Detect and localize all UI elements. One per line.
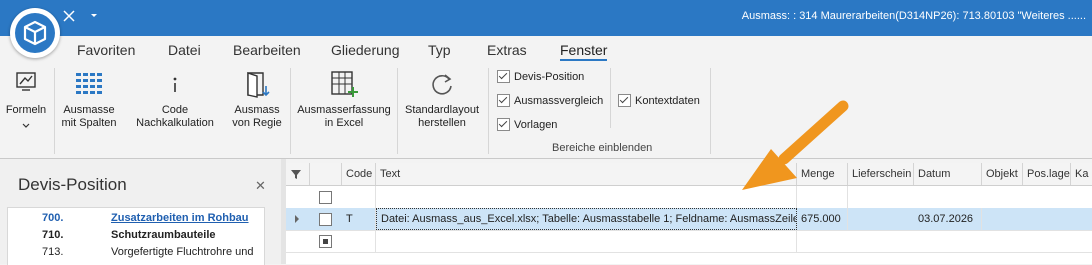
column-header-poslage[interactable]: Pos.lage — [1023, 163, 1071, 185]
row-checkbox[interactable] — [319, 235, 332, 248]
cell-menge[interactable]: 675.000 — [797, 208, 848, 230]
formeln-button[interactable]: Formeln — [4, 70, 48, 129]
ausmass-grid: Code Text Menge Lieferschein Datum Objek… — [286, 163, 1092, 264]
column-header-ka[interactable]: Ka — [1071, 163, 1092, 185]
tree-row[interactable]: 700. Zusatzarbeiten im Rohbau — [8, 211, 264, 228]
tab-extras[interactable]: Extras — [487, 42, 527, 58]
ausmasserfassung-excel-button[interactable]: Ausmasserfassung in Excel — [294, 70, 394, 130]
cell-code[interactable] — [342, 230, 376, 252]
reset-layout-icon — [432, 74, 452, 95]
tab-fenster[interactable]: Fenster — [560, 42, 608, 61]
window-title: Ausmass: : 314 Maurerarbeiten(D314NP26):… — [741, 10, 1086, 22]
column-header-text[interactable]: Text — [376, 163, 797, 185]
excel-icon — [331, 71, 358, 97]
app-logo-icon[interactable] — [10, 8, 60, 58]
columns-grid-icon — [76, 73, 102, 94]
column-header-lieferschein[interactable]: Lieferschein — [848, 163, 914, 185]
cell-text[interactable] — [376, 230, 797, 252]
checkbox-header — [310, 163, 342, 185]
tab-typ[interactable]: Typ — [428, 42, 451, 58]
info-icon — [173, 77, 177, 92]
tab-bearbeiten[interactable]: Bearbeiten — [233, 42, 301, 58]
cell-datum[interactable]: 03.07.2026 — [914, 208, 982, 230]
column-header-menge[interactable]: Menge — [797, 163, 848, 185]
cell-text[interactable]: Datei: Ausmass_aus_Excel.xlsx; Tabelle: … — [376, 208, 797, 230]
column-header-datum[interactable]: Datum — [914, 163, 982, 185]
kontextdaten-checkbox[interactable]: Kontextdaten — [618, 94, 700, 107]
cell-text[interactable] — [376, 186, 797, 208]
panel-title: Devis-Position — [18, 175, 127, 194]
table-row[interactable]: T Datei: Ausmass_aus_Excel.xlsx; Tabelle… — [286, 208, 1092, 231]
devis-tree: 700. Zusatzarbeiten im Rohbau 710. Schut… — [7, 207, 265, 265]
group-label-bereiche: Bereiche einblenden — [552, 142, 653, 154]
vorlagen-check-label: Vorlagen — [514, 118, 558, 131]
ausmassvergleich-checkbox[interactable]: Ausmassvergleich — [497, 94, 603, 107]
code-nachkalkulation-label: Code Nachkalkulation — [136, 104, 214, 129]
close-icon[interactable]: ✕ — [255, 178, 266, 194]
tree-row-number: 713. — [42, 246, 64, 258]
tree-row-number: 710. — [42, 229, 64, 241]
regie-icon — [247, 72, 270, 98]
row-indicator-icon — [295, 215, 299, 223]
dropdown-icon[interactable] — [89, 10, 99, 20]
standardlayout-button[interactable]: Standardlayout herstellen — [399, 70, 485, 130]
grid-header: Code Text Menge Lieferschein Datum Objek… — [286, 163, 1092, 186]
menu-bar — [0, 36, 1092, 64]
ausmasse-spalten-button[interactable]: Ausmasse mit Spalten — [56, 70, 122, 130]
checkbox-checked-icon — [497, 118, 510, 131]
tree-row[interactable]: 710. Schutzraumbauteile — [8, 228, 264, 245]
chevron-down-icon — [22, 123, 30, 128]
row-checkbox[interactable] — [319, 191, 332, 204]
tree-row-text: Schutzraumbauteile — [111, 229, 216, 241]
checkbox-checked-icon — [618, 94, 631, 107]
tab-datei[interactable]: Datei — [168, 42, 201, 58]
filter-icon — [291, 170, 301, 179]
tree-row[interactable]: 713. Vorgefertigte Fluchtrohre und — [8, 245, 264, 262]
table-row[interactable] — [286, 230, 1092, 253]
tree-row-text: Vorgefertigte Fluchtrohre und — [111, 246, 254, 258]
ausmass-regie-button[interactable]: Ausmass von Regie — [228, 70, 286, 130]
ausmass-regie-label: Ausmass von Regie — [232, 104, 282, 129]
tab-gliederung[interactable]: Gliederung — [331, 42, 400, 58]
table-row[interactable] — [286, 186, 1092, 209]
row-checkbox[interactable] — [319, 213, 332, 226]
checkbox-checked-icon — [497, 94, 510, 107]
tree-row-link[interactable]: Zusatzarbeiten im Rohbau — [111, 212, 249, 224]
ausmassvergleich-check-label: Ausmassvergleich — [514, 94, 604, 107]
formeln-icon — [16, 72, 36, 91]
ausmasserfassung-excel-label: Ausmasserfassung in Excel — [297, 104, 391, 129]
close-icon[interactable] — [61, 8, 77, 24]
column-header-code[interactable]: Code — [342, 163, 376, 185]
cell-code[interactable]: T — [342, 208, 376, 230]
ausmasse-spalten-label: Ausmasse mit Spalten — [61, 104, 117, 129]
filter-header[interactable] — [286, 163, 310, 185]
vorlagen-checkbox[interactable]: Vorlagen — [497, 118, 557, 131]
devis-position-checkbox[interactable]: Devis-Position — [497, 70, 584, 83]
formeln-label: Formeln — [5, 104, 47, 116]
checkbox-checked-icon — [497, 70, 510, 83]
code-nachkalkulation-button[interactable]: Code Nachkalkulation — [122, 70, 228, 130]
cell-menge[interactable] — [797, 186, 848, 208]
devis-position-check-label: Devis-Position — [514, 70, 585, 83]
kontextdaten-check-label: Kontextdaten — [635, 94, 700, 107]
standardlayout-label: Standardlayout herstellen — [405, 104, 479, 129]
tab-favoriten[interactable]: Favoriten — [77, 42, 135, 58]
cell-code[interactable] — [342, 186, 376, 208]
tree-row-number: 700. — [42, 212, 64, 224]
column-header-objekt[interactable]: Objekt — [982, 163, 1023, 185]
